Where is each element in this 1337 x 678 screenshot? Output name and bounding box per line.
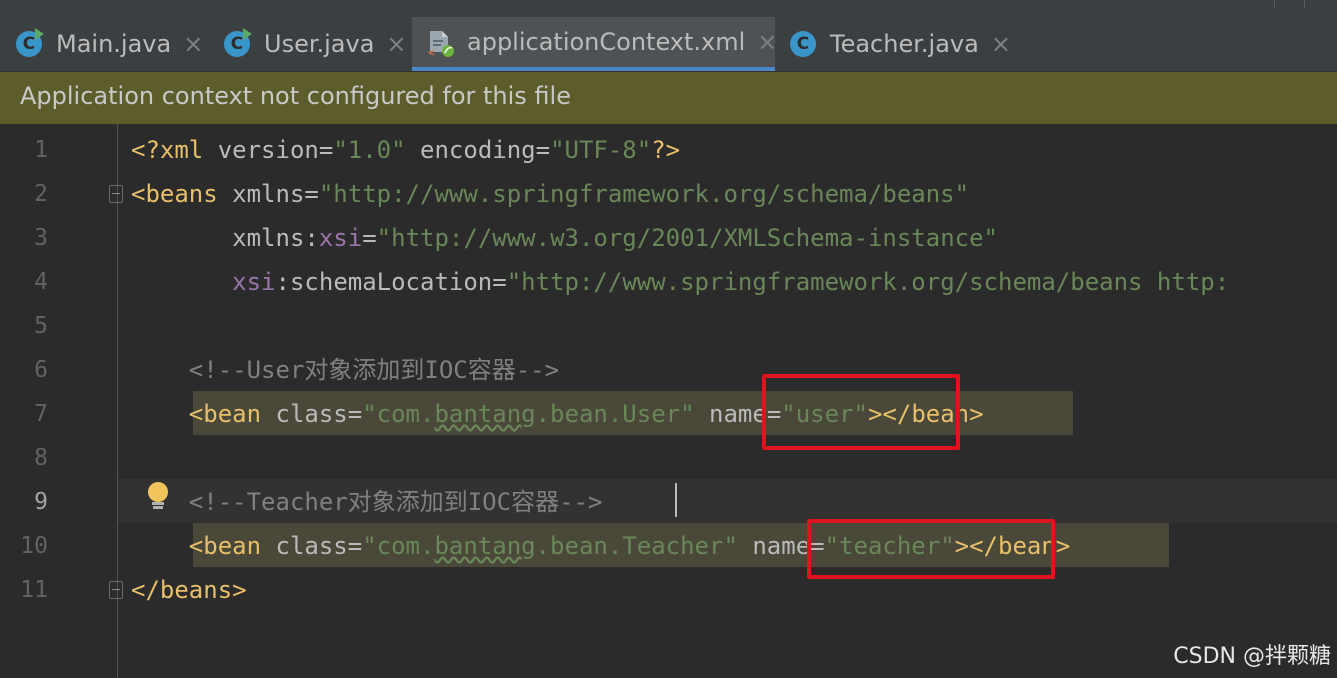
line-number: 6 — [34, 357, 48, 383]
tab-label: Teacher.java — [830, 30, 979, 58]
close-icon[interactable]: × — [183, 30, 203, 58]
toolbar-divider — [1274, 0, 1275, 8]
annotation-box — [807, 519, 1055, 579]
close-icon[interactable]: × — [386, 30, 406, 58]
code-line-11[interactable]: </beans> — [131, 568, 247, 612]
window-top-strip — [0, 0, 1337, 17]
tab-label: Main.java — [56, 30, 172, 58]
banner-text: Application context not configured for t… — [20, 82, 571, 110]
java-class-icon: C — [790, 30, 818, 58]
annotation-box — [762, 374, 960, 450]
line-number: 10 — [20, 533, 48, 559]
code-line-2[interactable]: <beans xmlns="http://www.springframework… — [131, 172, 969, 216]
toolbar-divider — [1304, 0, 1305, 8]
line-number: 5 — [34, 313, 48, 339]
tab-teacher-java[interactable]: C Teacher.java × — [790, 17, 1011, 71]
tab-application-context-xml[interactable]: < applicationContext.xml × — [412, 17, 777, 71]
line-number: 2 — [34, 181, 48, 207]
text-caret — [675, 483, 677, 517]
tab-main-java[interactable]: C Main.java × — [16, 17, 203, 71]
line-number: 7 — [34, 401, 48, 427]
java-class-run-icon: C — [16, 28, 44, 58]
fold-toggle-icon[interactable] — [109, 581, 123, 599]
tab-label: applicationContext.xml — [467, 28, 746, 56]
line-number: 3 — [34, 225, 48, 251]
code-line-1[interactable]: <?xml version="1.0" encoding="UTF-8"?> — [131, 128, 680, 172]
svg-text:<: < — [428, 46, 435, 58]
tab-user-java[interactable]: C User.java × — [224, 17, 407, 71]
line-number: 4 — [34, 269, 48, 295]
line-number-current: 9 — [34, 489, 48, 515]
close-icon[interactable]: × — [991, 30, 1011, 58]
editor-tab-bar: C Main.java × C User.java × < applicatio… — [0, 17, 1337, 72]
line-number: 8 — [34, 445, 48, 471]
line-number: 1 — [34, 137, 48, 163]
watermark: CSDN @拌颗糖 — [1173, 644, 1331, 669]
tab-label: User.java — [264, 30, 375, 58]
code-line-4[interactable]: xsi:schemaLocation="http://www.springfra… — [131, 260, 1229, 304]
line-number: 11 — [20, 577, 48, 603]
code-line-6[interactable]: <!--User对象添加到IOC容器--> — [131, 348, 559, 392]
code-line-3[interactable]: xmlns:xsi="http://www.w3.org/2001/XMLSch… — [131, 216, 998, 260]
java-class-run-icon: C — [224, 28, 252, 58]
spring-xml-file-icon: < — [427, 28, 455, 59]
fold-toggle-icon[interactable] — [109, 185, 123, 203]
code-line-9[interactable]: <!--Teacher对象添加到IOC容器--> — [131, 480, 603, 524]
close-icon[interactable]: × — [757, 28, 777, 56]
notification-banner: Application context not configured for t… — [0, 72, 1337, 124]
